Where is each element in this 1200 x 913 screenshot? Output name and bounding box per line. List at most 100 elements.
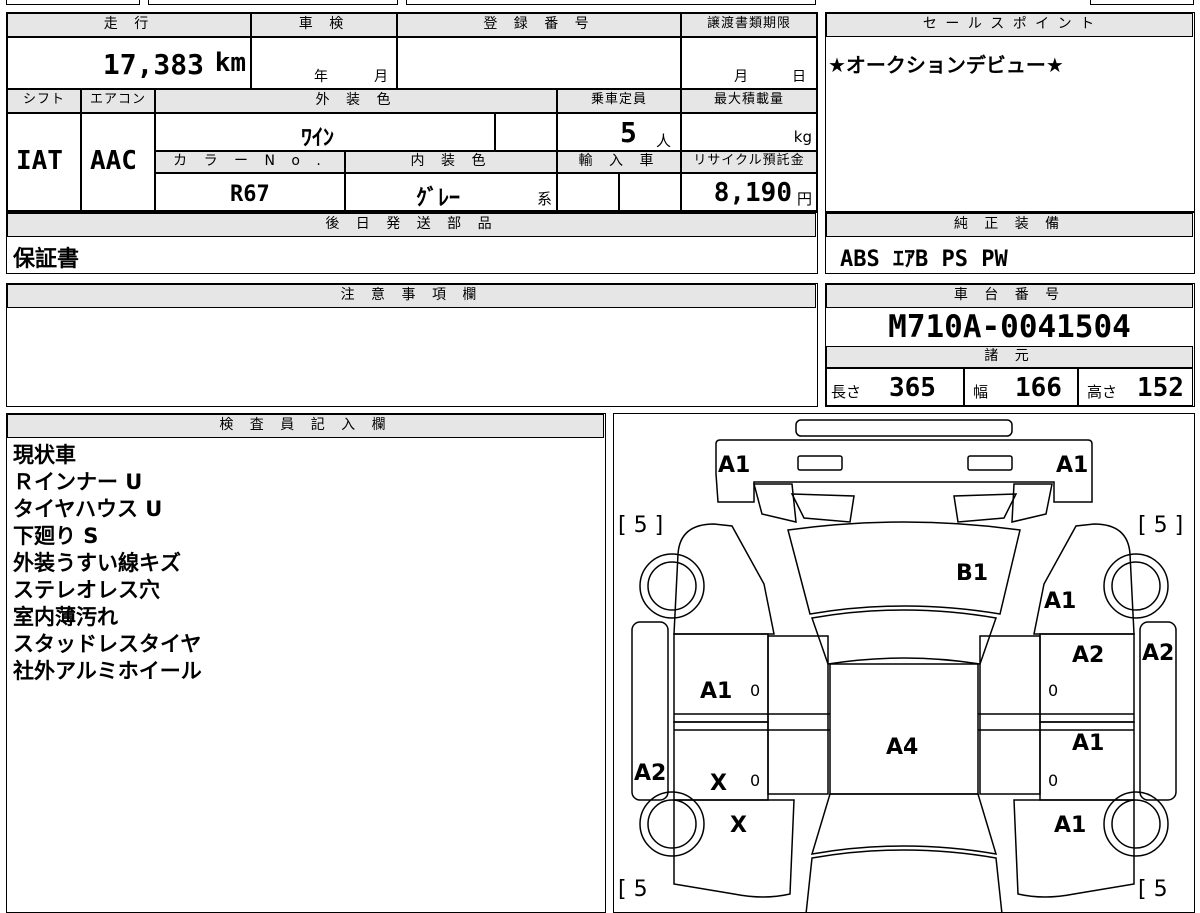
mark-left-quarter: X	[730, 813, 747, 838]
car-diagram: [ 5 ] [ 5 ] [ 5 [ 5 A1 A1 B1 A1 A2 A2 A1…	[618, 419, 1183, 912]
list-item: Ｒインナー U	[13, 470, 143, 494]
mark-left-rear-door-zero: 0	[750, 771, 760, 790]
mileage-header: 走 行	[7, 13, 251, 37]
width-value: 166	[1015, 373, 1062, 403]
transfer-month: 月	[734, 69, 748, 85]
aircon-cell: AAC	[81, 113, 155, 211]
recycle-value: 8,190	[713, 178, 792, 208]
transfer-header: 譲渡書類期限	[681, 13, 817, 37]
length-label: 長さ	[831, 383, 862, 401]
chassis-header: 車 台 番 号	[826, 284, 1193, 308]
mark-right-front-door-zero: 0	[1048, 681, 1058, 700]
shift-header: シフト	[7, 89, 81, 113]
mark-right-fender: A1	[1044, 589, 1076, 614]
list-item: 現状車	[13, 443, 76, 467]
list-item: タイヤハウス U	[13, 497, 163, 521]
later-parts-header: 後 日 発 送 部 品	[7, 213, 816, 237]
later-parts-value: 保証書	[13, 247, 80, 272]
inspection-cell: 年 月	[251, 37, 397, 89]
registration-cell	[397, 37, 681, 89]
inspector-box: 検 査 員 記 入 欄 現状車 Ｒインナー U タイヤハウス U 下廻り S 外…	[6, 413, 606, 913]
tire-mark-rear-right: [ 5	[1138, 877, 1168, 902]
interior-color-header: 内 装 色	[345, 151, 557, 173]
mark-left-side: A2	[634, 761, 666, 786]
width-cell: 幅 166	[964, 368, 1078, 406]
import-cell-b	[619, 173, 681, 211]
mark-right-quarter: A1	[1054, 813, 1086, 838]
exterior-color-cell: ﾜｲﾝ	[155, 113, 495, 151]
interior-color-suffix: 系	[536, 190, 552, 208]
exterior-color-header: 外 装 色	[155, 89, 557, 113]
inspection-year: 年	[314, 69, 328, 85]
mark-hood: B1	[956, 561, 988, 586]
vehicle-info-table: 走 行 車 検 登 録 番 号 譲渡書類期限 17,383 km 年 月 月 日…	[6, 12, 818, 212]
mark-left-front-door-zero: 0	[750, 681, 760, 700]
capacity-value: 5	[620, 116, 637, 149]
length-value: 365	[889, 373, 936, 403]
registration-header: 登 録 番 号	[397, 13, 681, 37]
color-no-value: R67	[230, 182, 270, 207]
exterior-color-value: ﾜｲﾝ	[301, 126, 335, 151]
recycle-unit: 円	[796, 190, 812, 208]
list-item: スタッドレスタイヤ	[13, 632, 202, 656]
notes-header: 注 意 事 項 欄	[7, 284, 816, 308]
mileage-unit: km	[214, 48, 246, 78]
damage-diagram-box: [ 5 ] [ 5 ] [ 5 [ 5 A1 A1 B1 A1 A2 A2 A1…	[613, 413, 1195, 913]
tire-mark-front-right: [ 5 ]	[1138, 513, 1183, 538]
interior-color-value: ｸﾞﾚｰ	[416, 186, 461, 211]
height-value: 152	[1137, 373, 1184, 403]
mark-right-rear-door: A1	[1072, 731, 1104, 756]
height-cell: 高さ 152	[1078, 368, 1193, 406]
list-item: 社外アルミホイール	[13, 659, 202, 683]
inspection-month: 月	[374, 69, 388, 85]
mark-right-mirror: A2	[1142, 641, 1174, 666]
import-header: 輸 入 車	[557, 151, 681, 173]
color-no-header: カ ラ ー N o .	[155, 151, 345, 173]
capacity-cell: 5 人	[557, 113, 681, 151]
height-label: 高さ	[1087, 383, 1118, 401]
list-item: ステレオレス穴	[13, 578, 160, 602]
capacity-header: 乗車定員	[557, 89, 681, 113]
max-load-cell: kg	[681, 113, 817, 151]
tire-mark-front-left: [ 5 ]	[618, 513, 663, 538]
specs-header: 諸 元	[826, 346, 1193, 368]
inspection-header: 車 検	[251, 13, 397, 37]
inspector-list: 現状車 Ｒインナー U タイヤハウス U 下廻り S 外装うすい線キズ ステレオ…	[13, 442, 202, 685]
inspector-header: 検 査 員 記 入 欄	[7, 414, 604, 438]
length-cell: 長さ 365	[826, 368, 964, 406]
list-item: 外装うすい線キズ	[13, 551, 181, 575]
sales-point-box: セ ー ル ス ポ イ ン ト ★オークションデビュー★	[825, 12, 1195, 212]
list-item: 下廻り S	[13, 524, 99, 548]
mark-left-rear-door: X	[710, 771, 727, 796]
sales-point-text: ★オークションデビュー★	[828, 53, 1064, 77]
transfer-cell: 月 日	[681, 37, 817, 89]
sales-point-header: セ ー ル ス ポ イ ン ト	[826, 13, 1193, 37]
equipment-value: ABS ｴｱB PS PW	[840, 247, 1008, 272]
transfer-day: 日	[792, 69, 806, 85]
equipment-header: 純 正 装 備	[826, 213, 1193, 237]
list-item: 室内薄汚れ	[13, 605, 118, 629]
aircon-header: エアコン	[81, 89, 155, 113]
import-cell-a	[557, 173, 619, 211]
recycle-header: リサイクル預託金	[681, 151, 817, 173]
mark-right-rear-door-zero: 0	[1048, 771, 1058, 790]
shift-cell: IAT	[7, 113, 81, 211]
mark-right-front-door: A2	[1072, 643, 1104, 668]
later-parts-box: 後 日 発 送 部 品 保証書	[6, 212, 818, 274]
max-load-header: 最大積載量	[681, 89, 817, 113]
exterior-color-extra-cell	[495, 113, 557, 151]
aircon-value: AAC	[90, 146, 137, 176]
max-load-unit: kg	[793, 128, 812, 146]
recycle-cell: 8,190 円	[681, 173, 817, 211]
mark-front-right: A1	[1056, 453, 1088, 478]
top-strip	[6, 0, 1194, 6]
mark-front-left: A1	[718, 453, 750, 478]
mileage-value: 17,383	[102, 48, 204, 81]
mileage-cell: 17,383 km	[7, 37, 251, 89]
notes-box: 注 意 事 項 欄	[6, 283, 818, 407]
capacity-unit: 人	[656, 132, 672, 150]
equipment-box: 純 正 装 備 ABS ｴｱB PS PW	[825, 212, 1195, 274]
chassis-box: 車 台 番 号 M710A-0041504 諸 元 長さ 365 幅 166 高…	[825, 283, 1195, 407]
chassis-number-cell: M710A-0041504	[826, 308, 1193, 346]
chassis-number: M710A-0041504	[888, 309, 1131, 345]
